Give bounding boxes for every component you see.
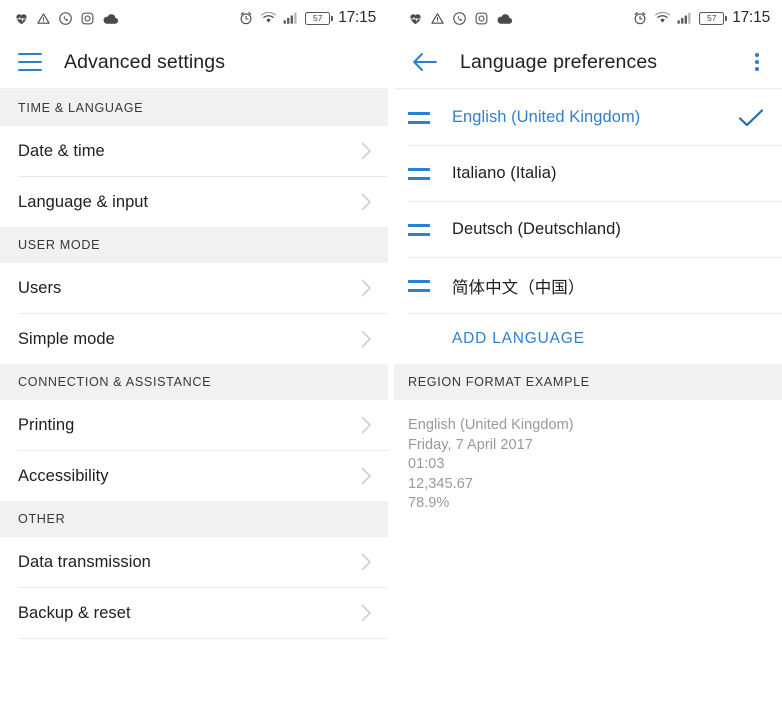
drag-handle-icon[interactable] (408, 223, 430, 236)
cloud-icon (103, 13, 119, 24)
region-line-percent: 78.9% (408, 495, 450, 511)
language-label: 简体中文（中国） (452, 278, 585, 297)
instagram-icon (81, 12, 94, 24)
add-language-label: ADD LANGUAGE (452, 330, 585, 347)
section-header-other: OTHER (0, 501, 388, 537)
heart-rate-icon (16, 13, 27, 24)
language-label: Deutsch (Deutschland) (452, 220, 621, 238)
row-label: Backup & reset (18, 603, 131, 622)
chevron-right-icon (361, 142, 371, 160)
signal-bars-icon (677, 12, 691, 24)
right-app-bar: Language preferences (394, 36, 782, 88)
right-screen-language-preferences: 57 17:15 Language preferences English (U… (394, 0, 782, 704)
drag-handle-icon[interactable] (408, 111, 430, 124)
whatsapp-icon (453, 11, 466, 25)
chevron-right-icon (361, 416, 371, 434)
language-row-english-uk[interactable]: English (United Kingdom) (394, 90, 782, 145)
chevron-right-icon (361, 553, 371, 571)
wifi-icon (261, 11, 277, 23)
signal-bars-icon (283, 12, 297, 24)
row-label: Date & time (18, 141, 105, 160)
wifi-icon (655, 11, 671, 23)
battery-icon: 57 (699, 11, 728, 25)
chevron-right-icon (361, 604, 371, 622)
settings-row-accessibility[interactable]: Accessibility (0, 451, 388, 501)
chevron-right-icon (361, 193, 371, 211)
chevron-right-icon (361, 279, 371, 297)
whatsapp-icon (59, 11, 72, 25)
row-label: Language & input (18, 192, 149, 211)
chevron-right-icon (361, 330, 371, 348)
instagram-icon (475, 12, 488, 24)
language-row-chinese-simplified[interactable]: 简体中文（中国） (394, 258, 782, 313)
status-bar-left: 57 17:15 (0, 0, 388, 36)
page-title: Language preferences (460, 50, 658, 73)
region-format-example-body: English (United Kingdom) Friday, 7 April… (394, 400, 782, 514)
chevron-right-icon (361, 467, 371, 485)
settings-row-backup-reset[interactable]: Backup & reset (0, 588, 388, 638)
region-line-time: 01:03 (408, 456, 445, 472)
battery-level-text: 57 (706, 12, 717, 23)
settings-row-date-time[interactable]: Date & time (0, 126, 388, 176)
row-label: Accessibility (18, 466, 109, 485)
battery-icon: 57 (305, 11, 334, 25)
left-empty-area (0, 639, 388, 704)
section-header-time-language: TIME & LANGUAGE (0, 90, 388, 126)
row-label: Simple mode (18, 329, 115, 348)
language-label: English (United Kingdom) (452, 108, 641, 126)
warning-triangle-icon (431, 12, 444, 24)
language-row-deutsch[interactable]: Deutsch (Deutschland) (394, 202, 782, 257)
status-bar-notification-icons (408, 11, 513, 26)
hamburger-menu-icon[interactable] (18, 53, 42, 71)
drag-handle-icon[interactable] (408, 167, 430, 180)
warning-triangle-icon (37, 12, 50, 24)
row-label: Data transmission (18, 552, 151, 571)
settings-row-language-input[interactable]: Language & input (0, 177, 388, 227)
dual-screenshot-container: 57 17:15 Advanced settings TIME & LANGUA… (0, 0, 782, 704)
add-language-button[interactable]: ADD LANGUAGE (394, 314, 782, 364)
status-bar-notification-icons (14, 11, 119, 26)
section-header-connection-assistance: CONNECTION & ASSISTANCE (0, 364, 388, 400)
left-app-bar: Advanced settings (0, 36, 388, 88)
status-bar-right: 57 17:15 (394, 0, 782, 36)
status-bar-clock: 17:15 (732, 9, 770, 26)
settings-row-simple-mode[interactable]: Simple mode (0, 314, 388, 364)
alarm-clock-icon (240, 11, 252, 25)
status-bar-system-icons: 57 17:15 (238, 9, 376, 27)
cloud-icon (497, 13, 513, 24)
language-row-italiano[interactable]: Italiano (Italia) (394, 146, 782, 201)
section-header-user-mode: USER MODE (0, 227, 388, 263)
row-label: Printing (18, 415, 75, 434)
status-bar-clock: 17:15 (338, 9, 376, 26)
battery-level-text: 57 (312, 12, 323, 23)
page-title: Advanced settings (64, 50, 226, 73)
overflow-menu-icon[interactable] (746, 51, 768, 73)
region-line-number: 12,345.67 (408, 475, 473, 492)
settings-row-printing[interactable]: Printing (0, 400, 388, 450)
settings-row-data-transmission[interactable]: Data transmission (0, 537, 388, 587)
section-header-region-format-example: REGION FORMAT EXAMPLE (394, 364, 782, 400)
alarm-clock-icon (634, 11, 646, 25)
drag-handle-icon[interactable] (408, 279, 430, 292)
checkmark-icon (738, 108, 764, 126)
back-arrow-icon[interactable] (412, 51, 438, 73)
heart-rate-icon (410, 13, 421, 24)
region-line-locale: English (United Kingdom) (408, 417, 574, 433)
status-bar-system-icons: 57 17:15 (632, 9, 770, 27)
region-line-date: Friday, 7 April 2017 (408, 436, 533, 453)
language-label: Italiano (Italia) (452, 164, 557, 182)
row-label: Users (18, 278, 62, 297)
left-screen-advanced-settings: 57 17:15 Advanced settings TIME & LANGUA… (0, 0, 388, 704)
right-empty-area (394, 513, 782, 704)
settings-row-users[interactable]: Users (0, 263, 388, 313)
